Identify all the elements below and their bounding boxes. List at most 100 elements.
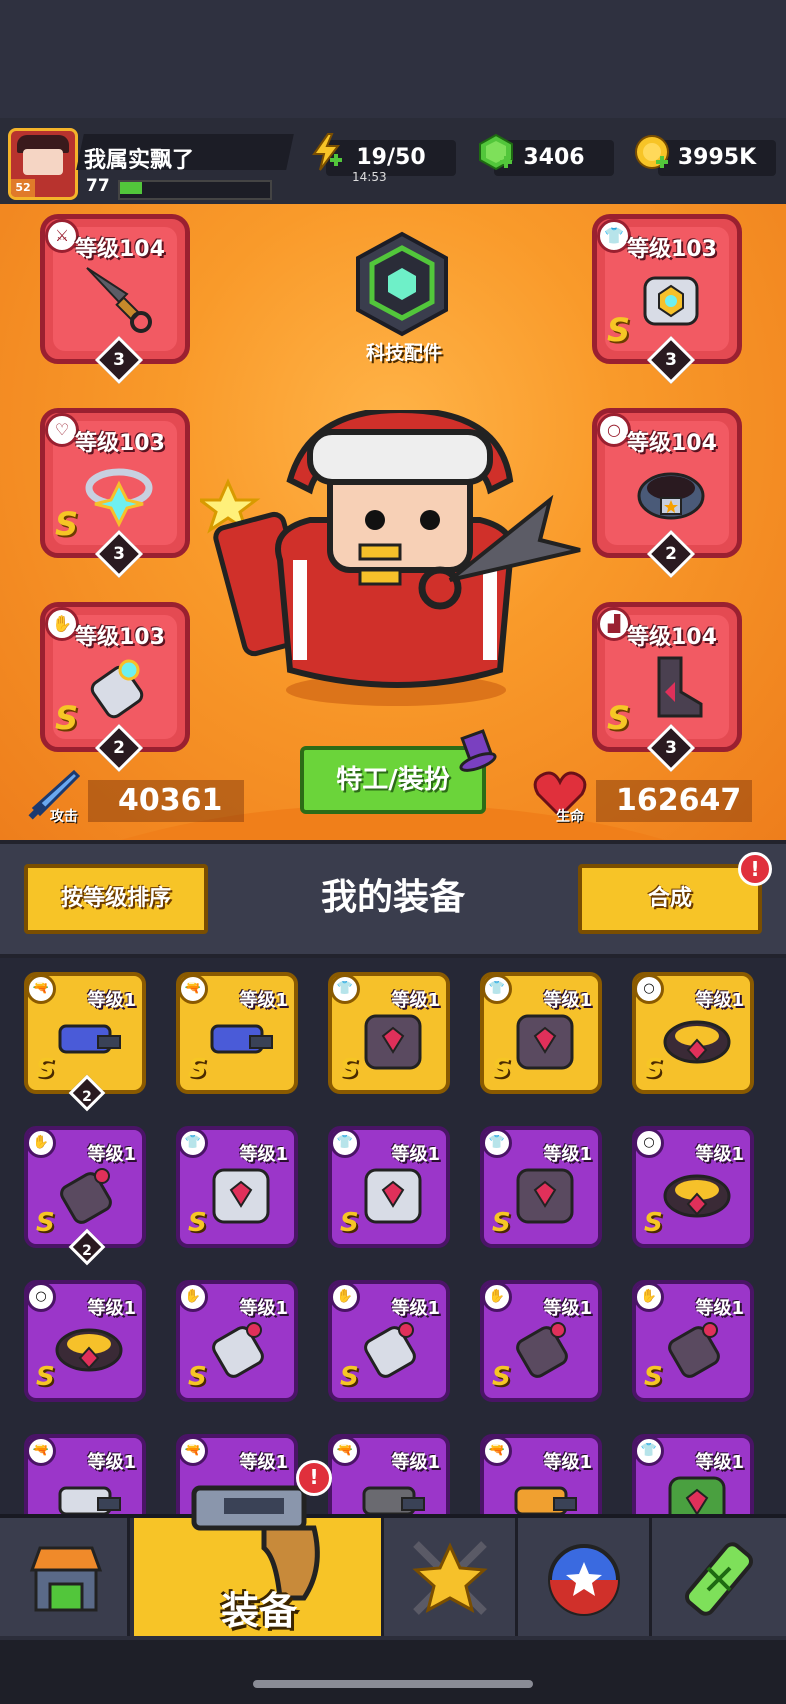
rank-badge: S bbox=[188, 1362, 207, 1392]
card-level: 等级1 bbox=[239, 990, 288, 1011]
equipment-card[interactable]: 🔫 等级1 bbox=[328, 1434, 450, 1518]
equipment-card[interactable]: ✋ 等级1 S 2 bbox=[24, 1126, 146, 1266]
shop-icon bbox=[29, 1546, 103, 1612]
equipment-card[interactable]: 👕 等级1 bbox=[632, 1434, 754, 1518]
necklace-icon bbox=[85, 468, 153, 528]
rank-badge: S bbox=[36, 1208, 55, 1238]
rank-badge: S bbox=[607, 311, 631, 349]
slot-stars: 2 bbox=[665, 544, 677, 564]
status-bar bbox=[0, 0, 786, 118]
equipment-card[interactable]: ○ 等级1 S bbox=[24, 1280, 146, 1402]
slot-stars: 3 bbox=[113, 544, 125, 564]
equipment-card[interactable]: ✋ 等级1 S bbox=[176, 1280, 298, 1402]
player-avatar[interactable]: 52 bbox=[8, 128, 78, 200]
tab-research[interactable] bbox=[652, 1518, 786, 1636]
slot-boots[interactable]: ▟ 等级104 S 3 bbox=[592, 602, 742, 773]
duplicate-count: 2 bbox=[82, 1089, 92, 1105]
slot-stars: 2 bbox=[113, 738, 125, 758]
hp-value: 162647 bbox=[596, 780, 752, 822]
equipment-alert-badge: ! bbox=[296, 1460, 332, 1496]
hand-icon: ✋ bbox=[45, 607, 79, 641]
equipment-card[interactable]: 👕 等级1 S bbox=[480, 1126, 602, 1248]
weapon-icon bbox=[58, 1024, 121, 1054]
glove-icon bbox=[516, 1322, 568, 1378]
equipment-card[interactable]: 👕 等级1 S bbox=[480, 972, 602, 1094]
slot-weapon[interactable]: ⚔ 等级104 3 bbox=[40, 214, 190, 385]
armor-icon bbox=[668, 1476, 726, 1518]
orb-icon bbox=[548, 1544, 620, 1616]
rank-badge: S bbox=[188, 1208, 207, 1238]
card-level: 等级1 bbox=[543, 990, 592, 1011]
weapon-icon bbox=[514, 1486, 577, 1516]
glove-icon bbox=[668, 1322, 720, 1378]
equipment-card[interactable]: 🔫 等级1 S 2 bbox=[24, 972, 146, 1112]
hp-label: 生命 bbox=[556, 809, 584, 825]
card-level: 等级1 bbox=[87, 1298, 136, 1319]
tech-parts-icon[interactable] bbox=[346, 230, 458, 340]
rank-badge: S bbox=[340, 1362, 359, 1392]
weapon-icon bbox=[362, 1486, 425, 1516]
tab-shop[interactable] bbox=[0, 1518, 130, 1636]
rank-badge: S bbox=[644, 1054, 663, 1084]
rank-badge: S bbox=[55, 699, 79, 737]
star-icon bbox=[412, 1541, 488, 1615]
card-level: 等级1 bbox=[543, 1452, 592, 1473]
avatar-badge: 52 bbox=[11, 179, 35, 197]
belt-icon bbox=[55, 1328, 123, 1372]
sort-by-level-button[interactable]: 按等级排序 bbox=[24, 864, 208, 934]
equipment-grid: 🔫 等级1 S 2 🔫 等级1 S 👕 等级1 S 👕 等级1 S ○ 等级1 S ✋ 等级1 S 2 👕 等级1 S 👕 等级… bbox=[0, 958, 786, 1518]
agent-character[interactable] bbox=[200, 410, 600, 710]
slot-gloves[interactable]: ✋ 等级103 S 2 bbox=[40, 602, 190, 773]
card-level: 等级1 bbox=[695, 1144, 744, 1165]
equipment-card[interactable]: ✋ 等级1 S bbox=[632, 1280, 754, 1402]
equipment-card[interactable]: ○ 等级1 S bbox=[632, 972, 754, 1094]
card-level: 等级1 bbox=[543, 1298, 592, 1319]
rank-badge: S bbox=[492, 1054, 511, 1084]
card-level: 等级1 bbox=[87, 990, 136, 1011]
tab-orbs[interactable] bbox=[518, 1518, 652, 1636]
slot-necklace[interactable]: ♡ 等级103 S 3 bbox=[40, 408, 190, 579]
equipment-card[interactable]: ✋ 等级1 S bbox=[328, 1280, 450, 1402]
tab-equipment-label: 装备 bbox=[220, 1589, 297, 1633]
equipment-card[interactable]: 🔫 等级1 bbox=[480, 1434, 602, 1518]
coin-counter[interactable]: 3995K bbox=[658, 140, 776, 176]
belt-icon bbox=[637, 472, 705, 520]
player-level: 77 bbox=[86, 176, 110, 196]
home-indicator[interactable] bbox=[253, 1680, 533, 1688]
card-level: 等级1 bbox=[391, 1452, 440, 1473]
avatar-face bbox=[23, 149, 63, 175]
slot-stars: 3 bbox=[665, 738, 677, 758]
tab-talents[interactable] bbox=[384, 1518, 518, 1636]
weapon-icon bbox=[58, 1486, 121, 1516]
slot-belt[interactable]: ○ 等级104 2 bbox=[592, 408, 742, 579]
armor-icon bbox=[516, 1168, 574, 1224]
card-level: 等级1 bbox=[391, 1298, 440, 1319]
glove-icon bbox=[90, 659, 144, 719]
rank-badge: S bbox=[188, 1054, 207, 1084]
system-bar bbox=[0, 1640, 786, 1704]
merge-button[interactable]: 合成 bbox=[578, 864, 762, 934]
coin-icon bbox=[635, 135, 669, 169]
equipment-card[interactable]: ○ 等级1 S bbox=[632, 1126, 754, 1248]
boot-icon bbox=[657, 656, 703, 718]
hat-icon bbox=[459, 729, 497, 772]
xp-bar-fill bbox=[120, 182, 142, 194]
rank-badge: S bbox=[492, 1362, 511, 1392]
equipment-card[interactable]: 👕 等级1 S bbox=[328, 1126, 450, 1248]
rank-badge: S bbox=[55, 505, 79, 543]
energy-icon bbox=[312, 133, 342, 171]
dna-icon bbox=[684, 1542, 754, 1616]
tech-parts-label: 科技配件 bbox=[365, 342, 442, 364]
equipment-card[interactable]: ✋ 等级1 S bbox=[480, 1280, 602, 1402]
equipment-card[interactable]: 🔫 等级1 S bbox=[176, 972, 298, 1094]
glove-icon bbox=[60, 1168, 112, 1224]
armor-icon bbox=[364, 1168, 422, 1224]
equipment-card[interactable]: 👕 等级1 S bbox=[328, 972, 450, 1094]
card-level: 等级1 bbox=[391, 1144, 440, 1165]
energy-timer: 14:53 bbox=[352, 170, 387, 184]
equipment-card[interactable]: 🔫 等级1 bbox=[24, 1434, 146, 1518]
armor-icon bbox=[364, 1014, 422, 1070]
slot-armor[interactable]: 👕 等级103 S 3 bbox=[592, 214, 742, 385]
equipment-card[interactable]: 👕 等级1 S bbox=[176, 1126, 298, 1248]
slot-stars: 3 bbox=[113, 350, 125, 370]
